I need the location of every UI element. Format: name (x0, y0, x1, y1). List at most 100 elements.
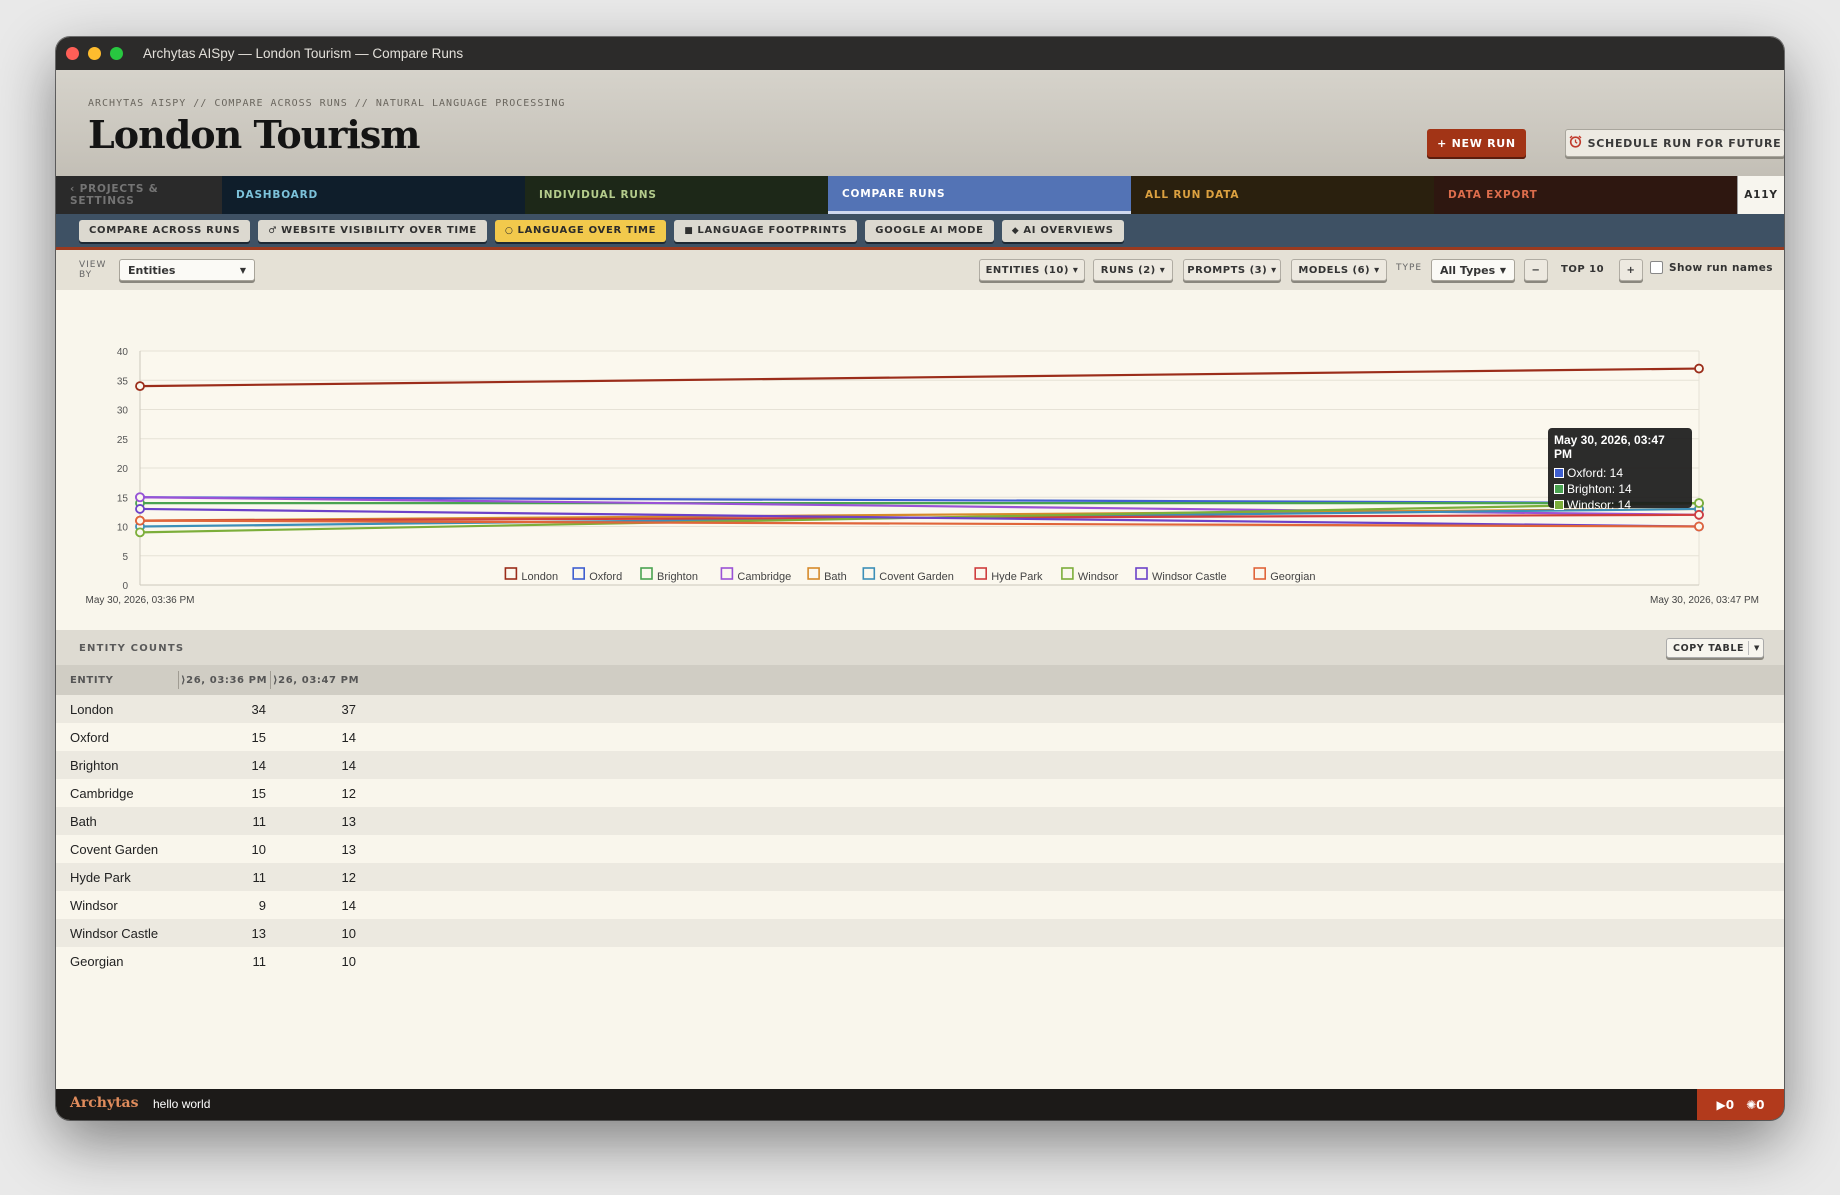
data-point (135, 381, 145, 391)
subtab-ai-overviews[interactable]: ◆ AI OVERVIEWS (1001, 219, 1124, 242)
subtab-google-ai-mode[interactable]: GOOGLE AI MODE (865, 219, 994, 242)
run-1-count: 15 (251, 729, 266, 745)
table-header-row: ENTITY ⟩26, 03:36 PM ⟩26, 03:47 PM (56, 665, 1784, 695)
data-point (1694, 509, 1704, 520)
nav-compare-runs[interactable]: COMPARE RUNS (828, 176, 1131, 214)
tooltip-text: Windsor: 14 (1567, 498, 1632, 512)
run-2-count: 12 (341, 869, 356, 885)
run-2-count: 14 (341, 757, 356, 773)
show-run-names-toggle[interactable]: Show run names (1650, 261, 1773, 274)
nav-dashboard[interactable]: DASHBOARD (222, 176, 525, 214)
type-label: TYPE (1396, 263, 1423, 273)
tooltip-text: Oxford: 14 (1567, 466, 1624, 480)
legend-label: Windsor Castle (1152, 571, 1227, 583)
y-tick-label: 40 (117, 347, 129, 358)
prompts-filter-button[interactable]: PROMPTS (3) ▾ (1183, 259, 1281, 281)
chart-tooltip: May 30, 2026, 03:47 PM Oxford: 14 Bright… (1548, 428, 1692, 512)
entities-filter-button[interactable]: ENTITIES (10) ▾ (979, 259, 1085, 281)
run-1-count: 34 (251, 701, 266, 717)
caret-down-icon: ▼ (1499, 265, 1506, 275)
entity-name: Bath (70, 813, 97, 829)
subtab-website-visibility[interactable]: ♂ WEBSITE VISIBILITY OVER TIME (258, 219, 487, 242)
column-divider[interactable] (270, 671, 271, 689)
run-2-count: 14 (341, 897, 356, 913)
runs-filter-button[interactable]: RUNS (2) ▾ (1093, 259, 1173, 281)
sub-nav: COMPARE ACROSS RUNS ♂ WEBSITE VISIBILITY … (56, 214, 1784, 250)
decrease-top-button[interactable]: − (1524, 259, 1548, 281)
view-by-value: Entities (128, 263, 176, 277)
nav-individual-runs[interactable]: INDIVIDUAL RUNS (525, 176, 828, 214)
running-count: ▶0 (1716, 1097, 1735, 1112)
increase-top-button[interactable]: + (1619, 259, 1643, 281)
entity-name: Brighton (70, 757, 119, 773)
title-bar: Archytas AISpy — London Tourism — Compar… (56, 37, 1784, 70)
window-controls (66, 47, 123, 60)
status-bar: Archytas hello world ▶0 ✺0 (56, 1089, 1784, 1120)
diamond-icon: ◆ (1011, 225, 1020, 236)
subtab-language-footprints[interactable]: ■ LANGUAGE FOOTPRINTS (674, 219, 858, 242)
male-symbol-icon: ♂ (268, 225, 278, 236)
run-2-count: 10 (341, 925, 356, 941)
app-window: Archytas AISpy — London Tourism — Compar… (56, 37, 1784, 1120)
subtab-label: LANGUAGE OVER TIME (517, 225, 657, 236)
run-2-count: 37 (341, 701, 356, 717)
table-row: Georgian 11 10 (56, 947, 1784, 975)
show-run-names-checkbox[interactable] (1650, 261, 1663, 274)
column-header-run-2[interactable]: ⟩26, 03:47 PM (273, 675, 359, 686)
entity-counts-table: ENTITY ⟩26, 03:36 PM ⟩26, 03:47 PM Londo… (56, 665, 1784, 975)
tooltip-title: May 30, 2026, 03:47 PM (1554, 433, 1665, 461)
subtab-compare-across-runs[interactable]: COMPARE ACROSS RUNS (79, 219, 251, 242)
subtab-label: GOOGLE AI MODE (875, 225, 984, 236)
subtab-language-over-time[interactable]: ○ LANGUAGE OVER TIME (494, 219, 667, 242)
page-header: ARCHYTAS AISPY // COMPARE ACROSS RUNS //… (56, 70, 1784, 176)
column-header-entity[interactable]: ENTITY (70, 675, 113, 686)
entity-name: Georgian (70, 953, 124, 969)
nav-projects-settings[interactable]: ‹ PROJECTS & SETTINGS (56, 176, 222, 214)
view-by-select[interactable]: Entities ▼ (119, 259, 255, 281)
new-run-button[interactable]: + NEW RUN (1427, 129, 1526, 157)
y-tick-label: 20 (117, 464, 129, 475)
main-nav: ‹ PROJECTS & SETTINGS DASHBOARD INDIVIDU… (56, 176, 1784, 214)
data-point (1694, 363, 1704, 374)
caret-down-icon[interactable]: ▼ (1748, 641, 1760, 655)
view-by-label: VIEW BY (79, 260, 107, 280)
entity-name: Cambridge (70, 785, 134, 801)
schedule-run-button[interactable]: SCHEDULE RUN FOR FUTURE (1565, 129, 1784, 157)
table-row: Hyde Park 11 12 (56, 863, 1784, 891)
copy-table-button[interactable]: COPY TABLE ▼ (1666, 638, 1764, 658)
bug-count: ✺0 (1746, 1097, 1765, 1112)
top-n-label: TOP 10 (1561, 264, 1605, 275)
nav-all-run-data[interactable]: ALL RUN DATA (1131, 176, 1434, 214)
x-tick-label: May 30, 2026, 03:47 PM (1650, 595, 1759, 606)
entity-name: Oxford (70, 729, 110, 745)
chart-toolbar: VIEW BY Entities ▼ ENTITIES (10) ▾ RUNS … (56, 250, 1784, 290)
entity-name: Windsor (70, 897, 118, 913)
y-tick-label: 30 (117, 406, 129, 417)
entity-counts-header: ENTITY COUNTS COPY TABLE ▼ (56, 630, 1784, 665)
tooltip-row: Windsor: 14 (1554, 497, 1686, 513)
close-window-button[interactable] (66, 47, 79, 60)
models-filter-button[interactable]: MODELS (6) ▾ (1291, 259, 1387, 281)
schedule-run-label: SCHEDULE RUN FOR FUTURE (1587, 136, 1782, 150)
column-header-run-1[interactable]: ⟩26, 03:36 PM (181, 675, 267, 686)
run-1-count: 11 (252, 953, 267, 969)
minimize-window-button[interactable] (88, 47, 101, 60)
y-tick-label: 25 (117, 435, 129, 446)
tooltip-text: Brighton: 14 (1567, 482, 1632, 496)
nav-a11y[interactable]: A11Y (1737, 176, 1784, 214)
table-body: London 34 37 Oxford 15 14 Brighton 14 14 Cambridg… (56, 695, 1784, 975)
type-select[interactable]: All Types ▼ (1431, 259, 1515, 281)
zoom-window-button[interactable] (110, 47, 123, 60)
run-1-count: 10 (251, 841, 266, 857)
entity-name: Hyde Park (70, 869, 131, 885)
column-divider[interactable] (178, 671, 179, 689)
run-2-count: 10 (341, 953, 356, 969)
nav-data-export[interactable]: DATA EXPORT (1434, 176, 1737, 214)
show-run-names-label: Show run names (1669, 261, 1773, 274)
status-counters[interactable]: ▶0 ✺0 (1697, 1089, 1784, 1120)
brand-logo: Archytas (70, 1095, 139, 1111)
tooltip-swatch (1554, 484, 1564, 494)
new-run-label: + NEW RUN (1437, 136, 1516, 150)
line-chart-svg: 0 5 10 15 20 25 30 35 40 May 30, 2026, 03:36 PM Ma… (86, 347, 1759, 606)
table-row: Windsor 9 14 (56, 891, 1784, 919)
